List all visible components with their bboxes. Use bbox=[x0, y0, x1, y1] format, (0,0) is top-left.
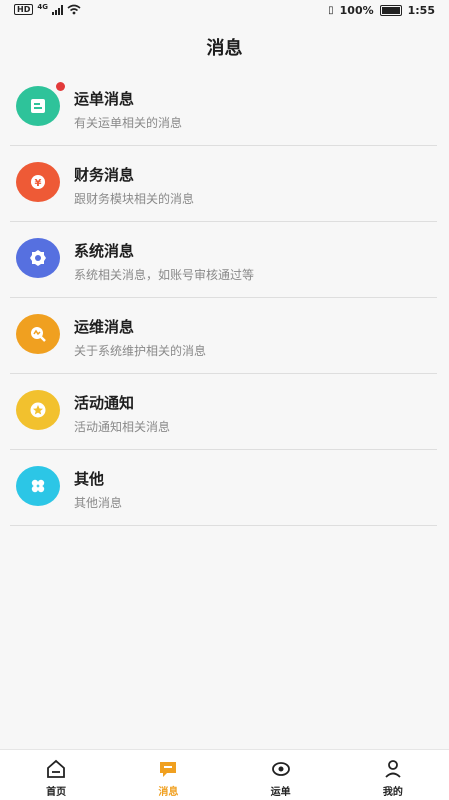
category-desc: 关于系统维护相关的消息 bbox=[74, 344, 207, 358]
category-name: 其他 bbox=[74, 470, 105, 488]
signal-icon bbox=[51, 4, 63, 15]
category-name: 运单消息 bbox=[74, 90, 135, 108]
clock: 1:55 bbox=[407, 4, 435, 17]
message-category-waybill[interactable]: 运单消息 有关运单相关的消息 bbox=[10, 70, 437, 146]
page-title: 消息 bbox=[206, 38, 243, 59]
svg-text:¥: ¥ bbox=[35, 178, 42, 189]
vibrate-icon: ▯ bbox=[328, 5, 334, 16]
network-type: 4G bbox=[37, 2, 48, 11]
category-desc: 其他消息 bbox=[74, 496, 123, 510]
message-category-other[interactable]: 其他 其他消息 bbox=[10, 450, 437, 526]
gear-icon bbox=[16, 238, 60, 278]
wifi-icon bbox=[67, 4, 81, 15]
category-desc: 系统相关消息，如账号审核通过等 bbox=[74, 268, 255, 282]
maintenance-icon bbox=[16, 314, 60, 354]
category-name: 系统消息 bbox=[74, 242, 135, 260]
message-category-list: 运单消息 有关运单相关的消息 ¥ 财务消息 跟财务模块相关的消息 系统消息 系统… bbox=[10, 70, 437, 526]
tab-label: 我的 bbox=[382, 787, 403, 798]
message-category-finance[interactable]: ¥ 财务消息 跟财务模块相关的消息 bbox=[10, 146, 437, 222]
network-badge: HD bbox=[14, 4, 34, 15]
message-category-maintenance[interactable]: 运维消息 关于系统维护相关的消息 bbox=[10, 298, 437, 374]
yen-icon: ¥ bbox=[16, 162, 60, 202]
tab-mine[interactable]: 我的 bbox=[337, 750, 449, 800]
tab-messages[interactable]: 消息 bbox=[112, 750, 224, 800]
tab-waybill[interactable]: 运单 bbox=[225, 750, 337, 800]
category-desc: 跟财务模块相关的消息 bbox=[74, 192, 195, 206]
category-name: 运维消息 bbox=[74, 318, 135, 336]
eye-icon bbox=[271, 762, 290, 776]
chat-icon bbox=[160, 762, 177, 777]
unread-badge bbox=[56, 82, 65, 91]
user-icon bbox=[385, 760, 401, 778]
tab-label: 首页 bbox=[46, 787, 67, 798]
grid-icon bbox=[16, 466, 60, 506]
category-name: 财务消息 bbox=[74, 166, 135, 184]
star-icon bbox=[16, 390, 60, 430]
battery-icon bbox=[379, 5, 402, 16]
home-icon bbox=[47, 759, 66, 778]
tab-home[interactable]: 首页 bbox=[0, 750, 112, 800]
status-bar: HD 4G ▯ 100% 1:55 bbox=[0, 0, 449, 24]
message-category-system[interactable]: 系统消息 系统相关消息，如账号审核通过等 bbox=[10, 222, 437, 298]
category-name: 活动通知 bbox=[74, 394, 135, 412]
battery-percent: 100% bbox=[339, 4, 374, 17]
tab-label: 运单 bbox=[270, 787, 291, 798]
category-desc: 有关运单相关的消息 bbox=[74, 116, 183, 130]
tab-label: 消息 bbox=[158, 787, 179, 798]
message-category-activity[interactable]: 活动通知 活动通知相关消息 bbox=[10, 374, 437, 450]
bottom-tab-bar: 首页 消息 运单 我的 bbox=[0, 749, 449, 800]
document-icon bbox=[16, 86, 60, 126]
category-desc: 活动通知相关消息 bbox=[74, 420, 171, 434]
